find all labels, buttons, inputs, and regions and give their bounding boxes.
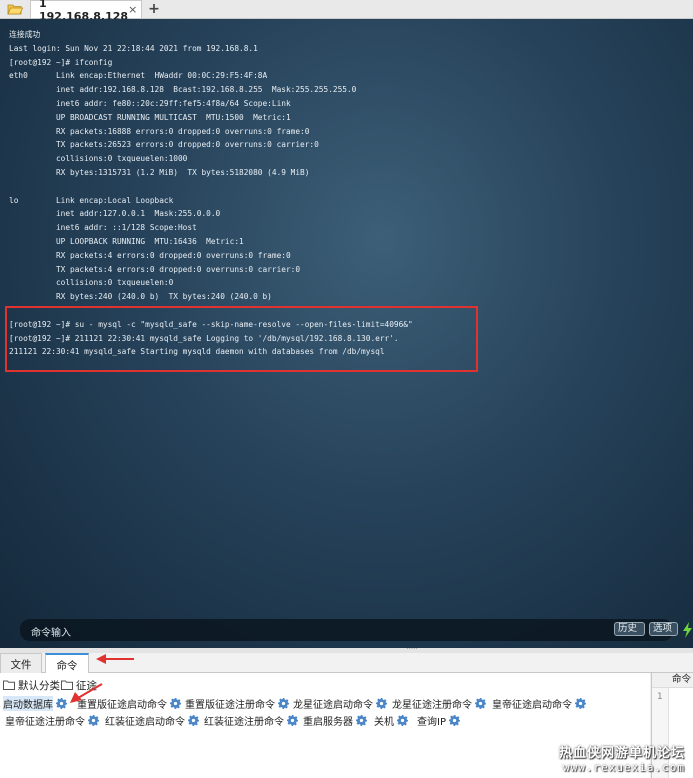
gear-icon[interactable] xyxy=(572,697,586,709)
terminal-line: inet addr:127.0.0.1 Mask:255.0.0.0 xyxy=(9,209,221,219)
command-button[interactable]: 皇帝征途注册命令 xyxy=(5,712,99,728)
command-button-label: 重启服务器 xyxy=(303,716,353,728)
gear-icon[interactable] xyxy=(53,697,67,709)
command-button[interactable]: 关机 xyxy=(374,712,408,728)
terminal-area[interactable]: 连接成功 Last login: Sun Nov 21 22:18:44 2021… xyxy=(0,19,693,648)
command-button-label: 龙星征途注册命令 xyxy=(392,699,472,711)
terminal-line: RX bytes:240 (240.0 b) TX bytes:240 (240… xyxy=(9,292,272,302)
close-tab-icon[interactable]: × xyxy=(128,3,137,16)
category-default[interactable]: 默认分类 xyxy=(3,677,60,693)
gear-icon[interactable] xyxy=(472,697,486,709)
folder-open-icon[interactable] xyxy=(2,1,28,17)
gear-icon[interactable] xyxy=(167,697,181,709)
command-button[interactable]: 查询IP xyxy=(417,712,460,728)
terminal-line: inet addr:192.168.8.128 Bcast:192.168.8.… xyxy=(9,85,357,95)
command-button-label: 关机 xyxy=(374,716,394,728)
lightning-bolt-icon[interactable] xyxy=(682,621,693,639)
command-button-label: 启动数据库 xyxy=(3,695,53,711)
editor-header: 命令 xyxy=(652,673,693,688)
terminal-line: lo Link encap:Local Loopback xyxy=(9,195,174,205)
command-button[interactable]: 启动数据库 xyxy=(3,695,67,711)
options-button[interactable]: 选项 xyxy=(649,622,678,636)
terminal-line: [root@192 ~]# ifconfig xyxy=(9,57,113,67)
terminal-line: UP LOOPBACK RUNNING MTU:16436 Metric:1 xyxy=(9,236,244,246)
command-button-label: 皇帝征途启动命令 xyxy=(492,699,572,711)
add-tab-button[interactable]: + xyxy=(146,0,162,18)
gear-icon[interactable] xyxy=(373,697,387,709)
terminal-line: TX packets:26523 errors:0 dropped:0 over… xyxy=(9,140,319,150)
terminal-line: RX packets:4 errors:0 dropped:0 overruns… xyxy=(9,250,291,260)
command-button[interactable]: 重置版征途注册命令 xyxy=(185,695,289,711)
command-button-label: 查询IP xyxy=(417,716,446,728)
terminal-line: inet6 addr: ::1/128 Scope:Host xyxy=(9,223,197,233)
gear-icon[interactable] xyxy=(446,714,460,726)
command-button[interactable]: 红装征途注册命令 xyxy=(204,712,298,728)
terminal-line: 连接成功 xyxy=(9,30,41,39)
gear-icon[interactable] xyxy=(85,714,99,726)
gear-icon[interactable] xyxy=(353,714,367,726)
command-button-label: 重置版征途注册命令 xyxy=(185,699,275,711)
terminal-line: TX packets:4 errors:0 dropped:0 overruns… xyxy=(9,264,301,274)
gear-icon[interactable] xyxy=(185,714,199,726)
terminal-line: Last login: Sun Nov 21 22:18:44 2021 fro… xyxy=(9,43,258,53)
gear-icon[interactable] xyxy=(275,697,289,709)
command-button[interactable]: 皇帝征途启动命令 xyxy=(492,695,586,711)
gear-icon[interactable] xyxy=(394,714,408,726)
gear-icon[interactable] xyxy=(284,714,298,726)
terminal-line: collisions:0 txqueuelen:0 xyxy=(9,278,174,288)
red-arrow-annotation-icon xyxy=(96,654,134,664)
category-default-label: 默认分类 xyxy=(18,679,60,692)
command-button-label: 龙星征途启动命令 xyxy=(293,699,373,711)
terminal-line: eth0 Link encap:Ethernet HWaddr 00:0C:29… xyxy=(9,71,268,81)
terminal-line: UP BROADCAST RUNNING MULTICAST MTU:1500 … xyxy=(9,112,291,122)
tab-command[interactable]: 命令 xyxy=(45,653,89,673)
terminal-line: RX bytes:1315731 (1.2 MiB) TX bytes:5182… xyxy=(9,167,310,177)
terminal-line: inet6 addr: fe80::20c:29ff:fef5:4f8a/64 … xyxy=(9,98,291,108)
watermark-url: www.rexuexia.com xyxy=(563,761,685,774)
terminal-line: RX packets:16888 errors:0 dropped:0 over… xyxy=(9,126,310,136)
session-tab[interactable]: 1 192.168.8.128 × xyxy=(30,0,142,23)
watermark: 热血侠网游单机论坛 www.rexuexia.com xyxy=(559,742,685,774)
command-button[interactable]: 红装征途启动命令 xyxy=(105,712,199,728)
command-button-label: 红装征途注册命令 xyxy=(204,716,284,728)
session-tab-bar: 1 192.168.8.128 × + xyxy=(0,0,693,23)
command-input-bar[interactable]: 命令输入 历史 选项 xyxy=(20,619,692,641)
terminal-line: collisions:0 txqueuelen:1000 xyxy=(9,154,188,164)
command-button-label: 红装征途启动命令 xyxy=(105,716,185,728)
red-arrow-annotation-icon xyxy=(70,683,103,703)
command-input-label: 命令输入 xyxy=(31,628,71,639)
tab-file[interactable]: 文件 xyxy=(0,653,42,673)
command-button-label: 皇帝征途注册命令 xyxy=(5,716,85,728)
command-row: 皇帝征途注册命令 红装征途启动命令 红装征途注册命令 重启服务器 关机 查询IP xyxy=(0,712,650,728)
line-number: 1 xyxy=(657,692,663,702)
highlight-annotation-box xyxy=(5,306,478,372)
history-button[interactable]: 历史 xyxy=(614,622,645,636)
watermark-title: 热血侠网游单机论坛 xyxy=(558,746,685,761)
command-button[interactable]: 龙星征途启动命令 xyxy=(293,695,387,711)
folder-icon xyxy=(3,680,15,690)
command-button[interactable]: 重启服务器 xyxy=(303,712,367,728)
command-button[interactable]: 龙星征途注册命令 xyxy=(392,695,486,711)
